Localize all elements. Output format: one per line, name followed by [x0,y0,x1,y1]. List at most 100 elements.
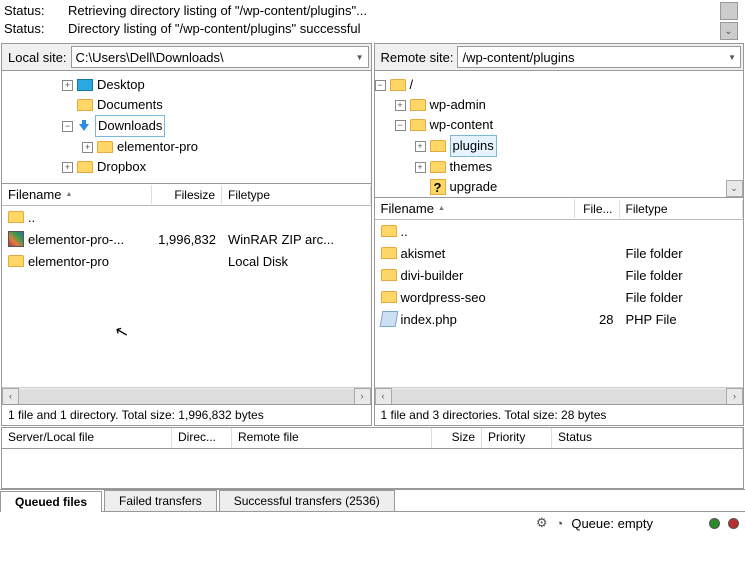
folder-icon [381,269,397,281]
local-list-header[interactable]: Filename▲ Filesize Filetype [2,184,371,206]
remote-site-row: Remote site: /wp-content/plugins ▼ [375,44,744,71]
php-file-icon [379,311,398,327]
tree-label: / [410,75,414,95]
downloads-icon [77,119,91,133]
led-green-icon [709,518,720,529]
tree-item-elementor-pro[interactable]: + elementor-pro [2,137,371,157]
local-file-list[interactable]: Filename▲ Filesize Filetype .. elementor… [2,183,371,404]
tree-label: Dropbox [97,157,146,177]
expander-minus-icon[interactable]: − [62,121,73,132]
list-item[interactable]: index.php 28 PHP File [375,308,744,330]
horizontal-scrollbar[interactable]: ‹ › [2,387,371,404]
remote-statusbar: 1 file and 3 directories. Total size: 28… [375,404,744,425]
expander-plus-icon[interactable]: + [62,162,73,173]
tab-successful-transfers[interactable]: Successful transfers (2536) [219,490,395,511]
scroll-left-icon[interactable]: ‹ [2,388,19,405]
folder-icon [77,99,93,111]
list-item[interactable]: wordpress-seo File folder [375,286,744,308]
folder-icon [410,99,426,111]
col-status[interactable]: Status [552,428,743,448]
folder-icon [410,119,426,131]
list-item[interactable]: elementor-pro Local Disk [2,250,371,272]
local-path-value: C:\Users\Dell\Downloads\ [76,50,224,65]
remote-path-value: /wp-content/plugins [462,50,574,65]
sort-asc-icon: ▲ [438,205,445,212]
col-filesize[interactable]: File... [575,200,620,218]
queue-header[interactable]: Server/Local file Direc... Remote file S… [1,427,744,449]
expander-plus-icon[interactable]: + [415,141,426,152]
expander-plus-icon[interactable]: + [395,100,406,111]
queue-status-text: Queue: empty [571,516,653,531]
scroll-right-icon[interactable]: › [354,388,371,405]
remote-list-header[interactable]: Filename▲ File... Filetype [375,198,744,220]
expander-minus-icon[interactable]: − [395,120,406,131]
scroll-left-icon[interactable]: ‹ [375,388,392,405]
expander-plus-icon[interactable]: + [415,162,426,173]
col-priority[interactable]: Priority [482,428,552,448]
col-filesize[interactable]: Filesize [152,186,222,204]
tree-item-themes[interactable]: + themes [375,157,726,177]
remote-tree-scrollbar[interactable]: ⌄ [725,71,743,197]
filter-icon[interactable]: ⚙ [536,515,548,531]
scroll-track[interactable] [19,389,354,404]
tree-item-desktop[interactable]: + Desktop [2,75,371,95]
tree-label: Documents [97,95,163,115]
tree-item-wp-content[interactable]: − wp-content [375,115,726,135]
col-server-local[interactable]: Server/Local file [2,428,172,448]
clock-icon[interactable]: ◔ [555,516,563,531]
folder-icon [381,247,397,259]
tree-label: upgrade [450,177,498,197]
list-item[interactable]: .. [375,220,744,242]
tab-queued-files[interactable]: Queued files [0,491,102,512]
col-direction[interactable]: Direc... [172,428,232,448]
col-filetype[interactable]: Filetype [620,200,744,218]
tree-item-upgrade[interactable]: upgrade [375,177,726,197]
tree-item-root[interactable]: − / [375,75,726,95]
tree-item-wp-admin[interactable]: + wp-admin [375,95,726,115]
list-item[interactable]: elementor-pro-... 1,996,832 WinRAR ZIP a… [2,228,371,250]
scroll-down-icon[interactable]: ⌄ [720,22,738,40]
scroll-track[interactable] [392,389,727,404]
status-scrollbar[interactable]: ⌄ [716,2,741,40]
col-filename[interactable]: Filename▲ [2,185,152,204]
expander-minus-icon[interactable]: − [375,80,386,91]
list-item[interactable]: divi-builder File folder [375,264,744,286]
col-remote-file[interactable]: Remote file [232,428,432,448]
folder-icon [8,255,24,267]
tab-failed-transfers[interactable]: Failed transfers [104,490,217,511]
scroll-right-icon[interactable]: › [726,388,743,405]
tree-label: Desktop [97,75,145,95]
scroll-down-icon[interactable]: ⌄ [726,180,743,197]
scroll-thumb[interactable] [720,2,738,20]
tree-item-dropbox[interactable]: + Dropbox [2,157,371,177]
folder-icon [8,211,24,223]
status-text: Directory listing of "/wp-content/plugin… [68,20,360,38]
expander-plus-icon[interactable]: + [62,80,73,91]
remote-tree[interactable]: − / + wp-admin − wp-content + plugins [375,71,726,197]
tree-item-plugins[interactable]: + plugins [375,135,726,157]
folder-icon [430,140,446,152]
folder-icon [381,225,397,237]
col-filetype[interactable]: Filetype [222,186,371,204]
remote-list-body: .. akismet File folder divi-builder File… [375,220,744,330]
local-site-row: Local site: C:\Users\Dell\Downloads\ ▼ [2,44,371,71]
desktop-icon [77,79,93,91]
col-filename[interactable]: Filename▲ [375,199,575,218]
led-red-icon [728,518,739,529]
local-tree[interactable]: + Desktop Documents − Downloads + elem [2,71,371,183]
list-item[interactable]: akismet File folder [375,242,744,264]
remote-file-list[interactable]: Filename▲ File... Filetype .. akismet Fi… [375,197,744,404]
local-path-dropdown[interactable]: C:\Users\Dell\Downloads\ ▼ [71,46,369,68]
tree-item-documents[interactable]: Documents [2,95,371,115]
col-size[interactable]: Size [432,428,482,448]
status-label: Status: [4,20,68,38]
list-item[interactable]: .. [2,206,371,228]
status-row: Status: Retrieving directory listing of … [4,2,716,20]
queue-body[interactable] [1,449,744,489]
expander-plus-icon[interactable]: + [82,142,93,153]
zip-archive-icon [8,231,24,247]
remote-path-dropdown[interactable]: /wp-content/plugins ▼ [457,46,741,68]
status-text: Retrieving directory listing of "/wp-con… [68,2,367,20]
horizontal-scrollbar[interactable]: ‹ › [375,387,744,404]
tree-item-downloads[interactable]: − Downloads [2,115,371,137]
